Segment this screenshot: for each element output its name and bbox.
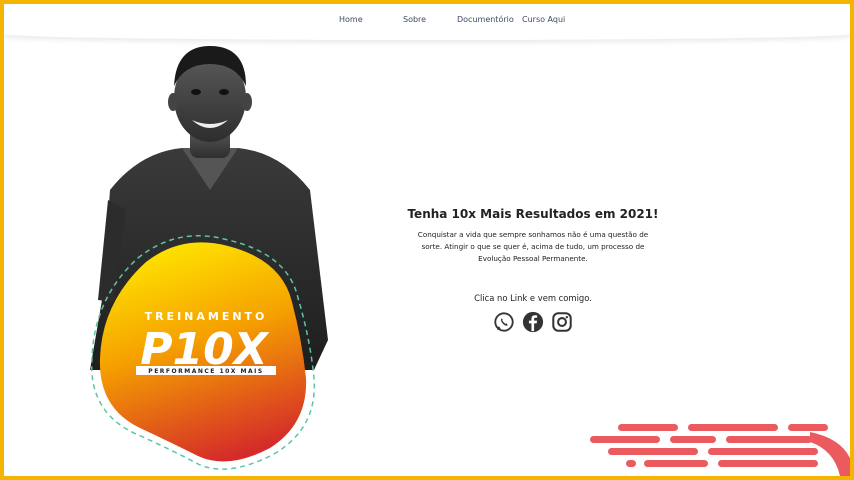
hero-description: Conquistar a vida que sempre sonhamos nã… (417, 230, 649, 263)
badge-subtitle: PERFORMANCE 10X MAIS (148, 368, 263, 375)
instagram-icon[interactable] (551, 311, 573, 333)
facebook-icon[interactable] (522, 311, 544, 333)
nav-sobre-link[interactable]: Sobre (403, 15, 426, 24)
hero-text-block: Tenha 10x Mais Resultados em 2021! Conqu… (400, 207, 666, 333)
nav-documentario-link[interactable]: Documentório (457, 15, 514, 24)
call-to-action-text: Clica no Link e vem comigo. (474, 293, 592, 303)
social-links (400, 311, 666, 333)
whatsapp-icon[interactable] (493, 311, 515, 333)
p10x-badge: TREINAMENTO P10X PERFORMANCE 10X MAIS (90, 234, 316, 470)
top-navigation-bar: Home Sobre Documentório Curso Aqui (4, 4, 850, 40)
badge-kicker: TREINAMENTO (145, 310, 268, 323)
nav-home-link[interactable]: Home (339, 15, 363, 24)
decorative-stripes (590, 424, 850, 476)
nav-curso-link[interactable]: Curso Aqui (522, 15, 565, 24)
hero-headline: Tenha 10x Mais Resultados em 2021! (407, 207, 659, 221)
